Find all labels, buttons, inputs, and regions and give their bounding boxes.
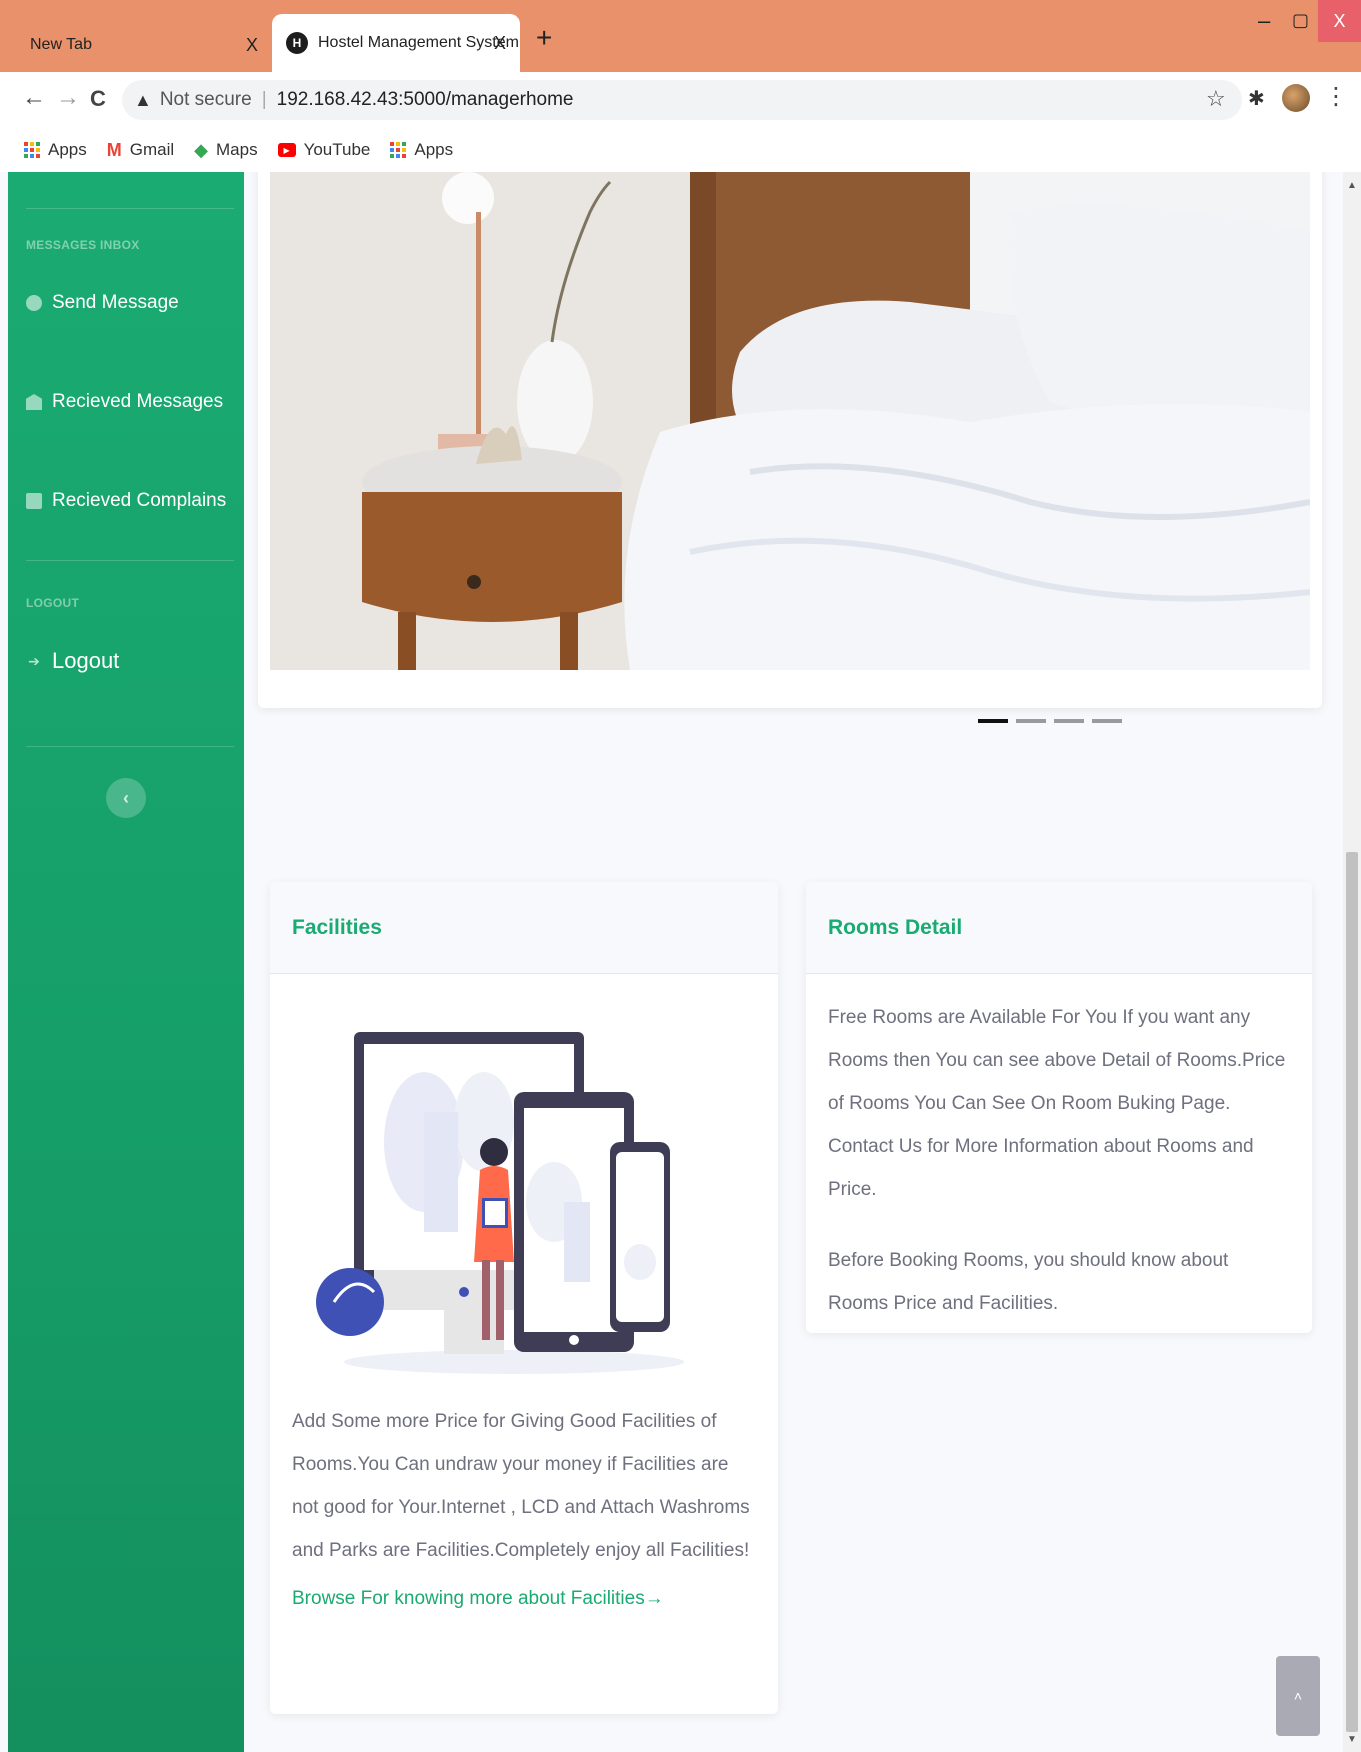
warning-icon: ▲: [134, 89, 152, 110]
tab-hostel-management[interactable]: H Hostel Management System X: [272, 14, 520, 72]
sidebar-item-received-complains[interactable]: Recieved Complains: [26, 490, 226, 512]
back-icon[interactable]: ←: [22, 84, 46, 112]
vertical-scrollbar[interactable]: ▲ ▼: [1343, 172, 1361, 1752]
reload-icon[interactable]: C: [90, 86, 106, 112]
sidebar-heading-messages: MESSAGES INBOX: [26, 238, 140, 252]
apps-icon: [390, 142, 407, 158]
bookmark-apps-2[interactable]: Apps: [390, 140, 453, 160]
sidebar-divider: [26, 746, 234, 747]
sidebar-item-send-message[interactable]: Send Message: [26, 292, 179, 314]
address-bar[interactable]: ▲ Not secure | 192.168.42.43:5000/manage…: [122, 80, 1242, 120]
sidebar-divider: [26, 208, 234, 209]
sidebar: MESSAGES INBOX Send Message Recieved Mes…: [8, 172, 244, 1752]
carousel-indicators: [978, 719, 1122, 723]
chat-icon: [26, 295, 42, 311]
bookmark-youtube[interactable]: ▶ YouTube: [277, 140, 371, 160]
tab-close-icon[interactable]: X: [494, 33, 506, 54]
minimize-icon[interactable]: –: [1258, 8, 1270, 34]
rooms-detail-card: Rooms Detail Free Rooms are Available Fo…: [806, 882, 1312, 1333]
browser-tab-bar: New Tab X H Hostel Management System X +…: [0, 0, 1361, 72]
card-title: Rooms Detail: [828, 915, 963, 939]
carousel-card: [258, 172, 1322, 723]
sidebar-heading-logout: LOGOUT: [26, 596, 80, 610]
devices-illustration: [316, 1032, 684, 1374]
logout-icon: ➔: [28, 652, 40, 669]
bedroom-photo: [270, 172, 1310, 670]
apps-icon: [24, 142, 40, 158]
bookmark-label: Apps: [414, 140, 454, 159]
gmail-icon: M: [106, 139, 122, 160]
card-header: Rooms Detail: [806, 882, 1312, 974]
url-text: 192.168.42.43:5000/managerhome: [276, 89, 574, 110]
sidebar-item-label: Logout: [52, 648, 120, 673]
bookmark-gmail[interactable]: M Gmail: [107, 140, 174, 161]
bookmark-star-icon[interactable]: ☆: [1206, 86, 1226, 112]
window-close-icon[interactable]: X: [1318, 0, 1361, 42]
address-separator: |: [261, 89, 267, 110]
sidebar-item-received-messages[interactable]: Recieved Messages: [26, 391, 223, 413]
security-label: Not secure: [159, 89, 252, 110]
favicon-icon: H: [286, 32, 308, 54]
carousel-image[interactable]: [270, 172, 1310, 670]
youtube-icon: ▶: [277, 143, 296, 157]
sidebar-divider: [26, 560, 234, 561]
browser-toolbar: ← → C ▲ Not secure | 192.168.42.43:5000/…: [0, 72, 1361, 128]
bookmark-label: Maps: [216, 140, 258, 159]
page-viewport: MESSAGES INBOX Send Message Recieved Mes…: [0, 172, 1361, 1752]
profile-avatar[interactable]: [1282, 84, 1310, 112]
card-title: Facilities: [292, 915, 382, 939]
scroll-to-top-button[interactable]: ˄: [1276, 1656, 1320, 1736]
menu-dots-icon[interactable]: ⋮: [1324, 82, 1348, 111]
bookmarks-bar: Apps M Gmail ◆ Maps ▶ YouTube Apps: [0, 128, 1361, 172]
bookmark-label: Apps: [48, 140, 87, 159]
new-tab-button[interactable]: +: [536, 22, 552, 54]
rooms-paragraph: Before Booking Rooms, you should know ab…: [828, 1250, 1229, 1314]
tab-new-tab[interactable]: New Tab X: [0, 18, 272, 72]
card-header: Facilities: [270, 882, 778, 974]
maximize-icon[interactable]: ▢: [1292, 10, 1309, 31]
tab-label: New Tab: [30, 36, 92, 53]
rooms-paragraph: Free Rooms are Available For You If you …: [828, 1007, 1286, 1200]
bookmark-label: Gmail: [129, 140, 175, 159]
browse-facilities-link[interactable]: Browse For knowing more about Facilities…: [270, 1572, 778, 1610]
maps-icon: ◆: [194, 139, 208, 160]
scroll-up-icon[interactable]: ▲: [1347, 180, 1357, 191]
tab-label: Hostel Management System: [318, 34, 519, 51]
sidebar-item-logout[interactable]: ➔ Logout: [26, 648, 119, 674]
scroll-down-icon[interactable]: ▼: [1347, 1734, 1357, 1745]
sidebar-item-label: Send Message: [52, 292, 179, 313]
facilities-text: Add Some more Price for Giving Good Faci…: [292, 1411, 750, 1561]
scroll-thumb[interactable]: [1346, 852, 1358, 1732]
bookmark-apps[interactable]: Apps: [24, 140, 87, 160]
sidebar-toggle-button[interactable]: ‹: [106, 778, 146, 818]
carousel-indicator[interactable]: [978, 719, 1008, 723]
bookmark-maps[interactable]: ◆ Maps: [194, 140, 257, 161]
carousel-indicator[interactable]: [1016, 719, 1046, 723]
rooms-detail-body: Free Rooms are Available For You If you …: [806, 974, 1312, 1333]
carousel-indicator[interactable]: [1092, 719, 1122, 723]
envelope-icon: [26, 394, 42, 410]
carousel-indicator[interactable]: [1054, 719, 1084, 723]
bookmark-label: YouTube: [303, 140, 371, 159]
list-icon: [26, 493, 42, 509]
tab-close-icon[interactable]: X: [246, 35, 258, 56]
sidebar-item-label: Recieved Complains: [52, 490, 227, 511]
facilities-card: Facilities Add Some more Price for Givin…: [270, 882, 778, 1714]
forward-icon[interactable]: →: [56, 84, 80, 112]
sidebar-item-label: Recieved Messages: [52, 391, 224, 412]
extensions-icon[interactable]: ✱: [1248, 86, 1265, 111]
